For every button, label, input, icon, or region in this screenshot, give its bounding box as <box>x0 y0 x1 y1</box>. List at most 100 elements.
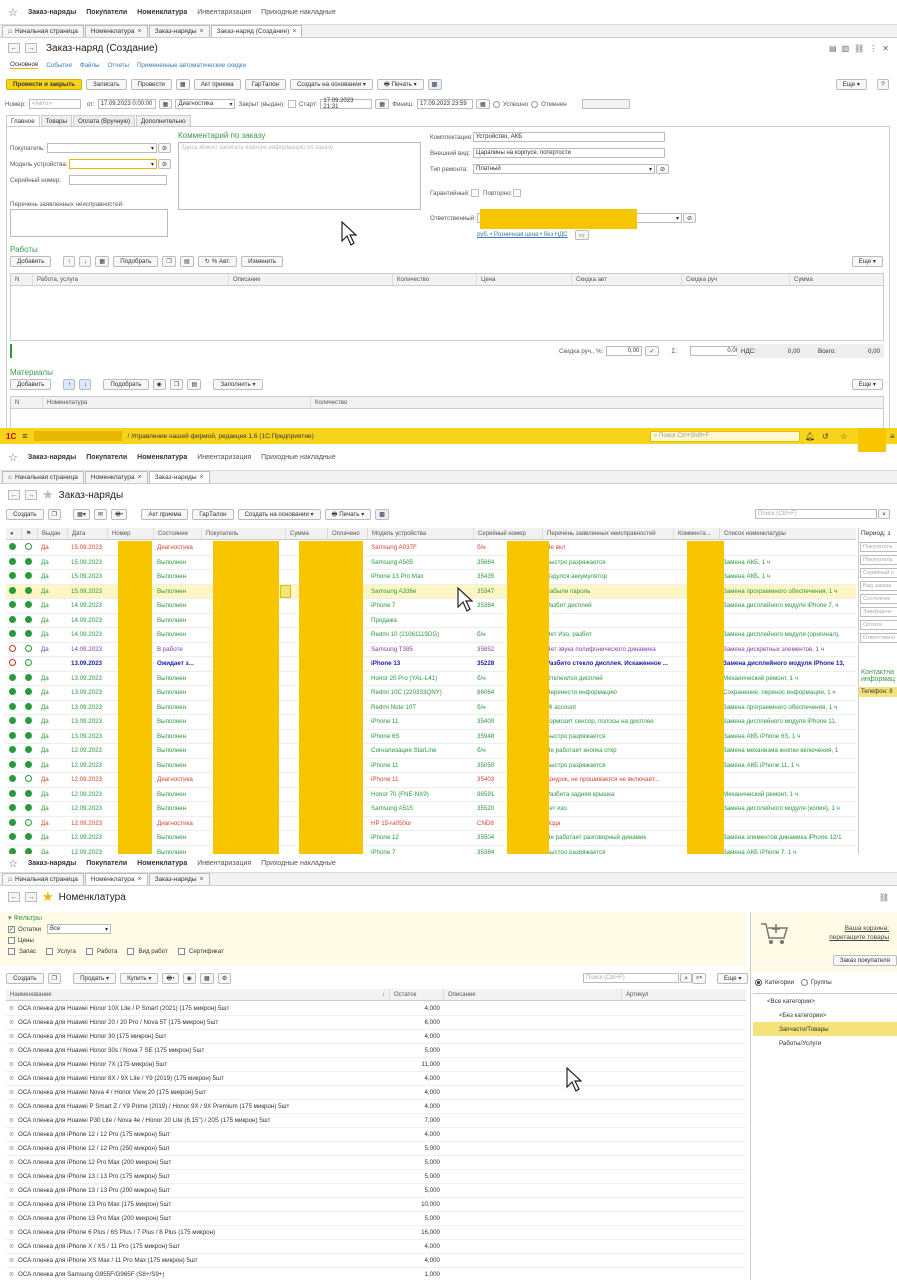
buyer-field[interactable]: ▾ <box>47 143 157 153</box>
tab-home[interactable]: ⌂ Начальная страница <box>2 25 84 37</box>
printer-menu-icon[interactable]: 🖶▾ <box>111 508 128 520</box>
move-up-icon[interactable]: ↑ <box>63 379 76 390</box>
list-item[interactable]: ⊜ ОСА пленка для iPhone 13 Pro Max (175 м… <box>6 1198 746 1212</box>
close-icon[interactable]: × <box>137 28 141 35</box>
nav-inventory[interactable]: Инвентаризация <box>197 9 251 16</box>
clear-icon[interactable]: × <box>680 973 692 983</box>
list-item[interactable]: ⊜ ОСА пленка для iPhone 6 Plus / 6S Plus … <box>6 1226 746 1240</box>
formtab-payment[interactable]: Оплата (Вручную) <box>72 115 136 126</box>
list-item[interactable]: ⊜ ОСА пленка для iPhone 12 / 12 Pro (250 … <box>6 1142 746 1156</box>
favorites-star-icon[interactable]: ☆ <box>8 6 18 19</box>
calendar-icon[interactable]: ▦ <box>375 99 390 109</box>
guarantee-button[interactable]: ГарТалон <box>244 78 286 90</box>
formtab-main[interactable]: Главное <box>6 115 40 126</box>
closed-checkbox[interactable] <box>287 100 296 108</box>
filter-field[interactable]: Завершенн <box>860 607 897 617</box>
create-based-button[interactable]: Создать на основании ▾ <box>289 78 373 90</box>
list-item[interactable]: ⊜ ОСА пленка для Huawei Honor 20 / 20 Pro… <box>6 1016 746 1030</box>
link-icon[interactable]: ⛓ <box>854 44 864 53</box>
sort-arrow-icon[interactable]: ↓ <box>382 992 389 998</box>
copy-icon[interactable]: ❐ <box>47 972 62 984</box>
buyer-order-button[interactable]: Заказ покупателя <box>832 955 897 966</box>
save-button[interactable]: Записать <box>86 78 127 90</box>
tab-home[interactable]: ⌂ Начальная страница <box>2 873 84 885</box>
close-icon[interactable]: × <box>292 28 296 35</box>
forward-arrow-icon[interactable]: → <box>25 43 37 53</box>
grid-icon[interactable]: ▦ <box>95 256 110 267</box>
print-preview-icon[interactable]: ▥ <box>842 44 850 53</box>
favorite-star-icon[interactable]: ★ <box>42 487 54 503</box>
tab-orders[interactable]: Заказ-наряды × <box>148 471 210 483</box>
create-button[interactable]: Создать <box>6 508 44 520</box>
list-item[interactable]: ⊜ ОСА пленка для iPhone 13 Pro Max (200 м… <box>6 1212 746 1226</box>
tab-orders[interactable]: Заказ-наряды × <box>148 25 210 37</box>
list-item[interactable]: ⊜ ОСА пленка для Huawei Honor 30 (175 мик… <box>6 1030 746 1044</box>
tab-nomenclature[interactable]: Номенклатура × <box>84 873 148 885</box>
envelope-icon[interactable]: ✉ <box>94 508 108 520</box>
warranty-checkbox[interactable] <box>471 189 479 197</box>
help-button[interactable]: ? <box>877 78 889 90</box>
type-checkbox[interactable] <box>127 948 135 955</box>
copy-icon[interactable]: ❐ <box>162 256 176 267</box>
tab-order-create[interactable]: Заказ-наряд (Создание) × <box>210 25 303 37</box>
stock-select[interactable]: Все ▾ <box>46 924 111 934</box>
report-icon[interactable]: ▩ <box>427 78 442 90</box>
close-icon[interactable]: × <box>137 876 141 883</box>
category-item[interactable]: <Все категории> <box>753 994 897 1008</box>
materials-pick-button[interactable]: Подобрать <box>103 379 149 390</box>
forward-arrow-icon[interactable]: → <box>25 490 37 500</box>
nav-inventory[interactable]: Инвентаризация <box>197 860 251 867</box>
tab-nomenclature[interactable]: Номенклатура × <box>84 471 148 483</box>
materials-more-button[interactable]: Еще ▾ <box>851 379 883 390</box>
copy-icon[interactable]: ❐ <box>47 508 62 520</box>
nav-orders[interactable]: Заказ-наряды <box>28 9 76 16</box>
repeat-checkbox[interactable] <box>513 189 521 197</box>
number-field[interactable]: <Авто> <box>28 99 81 109</box>
close-icon[interactable]: × <box>137 474 141 481</box>
buy-button[interactable]: Купить ▾ <box>120 972 159 984</box>
close-icon[interactable]: × <box>200 876 204 883</box>
filter-field[interactable]: Покупатель <box>860 542 897 552</box>
open-link-icon[interactable]: ⊘ <box>683 213 697 223</box>
materials-add-button[interactable]: Добавить <box>10 379 52 390</box>
search-menu-icon[interactable]: ⌕▾ <box>692 972 707 984</box>
filter-field[interactable]: Покупатель <box>860 555 897 565</box>
favorite-star-icon[interactable]: ★ <box>42 889 54 905</box>
list-search-input[interactable]: Поиск (Ctrl+F) <box>755 509 877 519</box>
doc-icon[interactable]: ▦ <box>175 78 190 90</box>
eye-icon[interactable]: ◉ <box>152 379 166 390</box>
filters-toggle[interactable]: ▾ Фильтры <box>0 912 746 924</box>
selected-cell[interactable] <box>280 585 291 598</box>
list-item[interactable]: ⊜ ОСА пленка для iPhone X / XS / 11 Pro (… <box>6 1240 746 1254</box>
create-based-button[interactable]: Создать на основании ▾ <box>237 508 321 520</box>
list-item[interactable]: ⊜ ОСА пленка для iPhone XS Max / 11 Pro M… <box>6 1254 746 1268</box>
attach-icon[interactable]: ▤ <box>829 44 837 53</box>
back-arrow-icon[interactable]: ← <box>8 43 20 53</box>
filter-field[interactable]: Состояние <box>860 594 897 604</box>
list-item[interactable]: ⊜ ОСА пленка для Huawei Honor 7X (175 мик… <box>6 1058 746 1072</box>
link-icon[interactable]: ⛓ <box>879 893 889 902</box>
paste-icon[interactable]: ▤ <box>187 379 202 390</box>
menu-icon[interactable]: ≡ <box>22 431 27 441</box>
back-arrow-icon[interactable]: ← <box>8 490 20 500</box>
move-down-icon[interactable]: ↓ <box>79 379 92 390</box>
list-item[interactable]: ⊜ ОСА пленка для Huawei Honor 30s / Nova … <box>6 1044 746 1058</box>
post-and-close-button[interactable]: Провести и закрыть <box>6 78 83 90</box>
categories-radio[interactable] <box>755 979 762 986</box>
global-search[interactable]: ⌕ Поиск Ctrl+Shift+F <box>650 430 800 442</box>
nav-inventory[interactable]: Инвентаризация <box>197 454 251 461</box>
sum-field[interactable]: 0,00 <box>690 346 743 356</box>
works-table[interactable]: N Работа, услуга Описание Количество Цен… <box>10 273 884 341</box>
open-link-icon[interactable]: ⊘ <box>158 143 172 153</box>
section-reports[interactable]: Отчеты <box>108 62 129 69</box>
tab-home[interactable]: ⌂ Начальная страница <box>2 471 84 483</box>
act-button[interactable]: Акт приема <box>141 508 189 520</box>
print-button[interactable]: 🖶 Печать ▾ <box>324 508 372 520</box>
list-item[interactable]: ⊜ ОСА пленка для Huawei Honor 10X Lite / … <box>6 1002 746 1016</box>
more-icon[interactable]: ⋮ <box>869 44 877 53</box>
auto-discount-button[interactable]: ↻ % Авт. <box>197 256 238 267</box>
category-item[interactable]: Работы/Услуги <box>753 1036 897 1050</box>
category-item[interactable]: Запчасти/Товары <box>753 1022 897 1036</box>
move-down-icon[interactable]: ↓ <box>79 256 92 267</box>
type-checkbox[interactable] <box>46 948 54 955</box>
